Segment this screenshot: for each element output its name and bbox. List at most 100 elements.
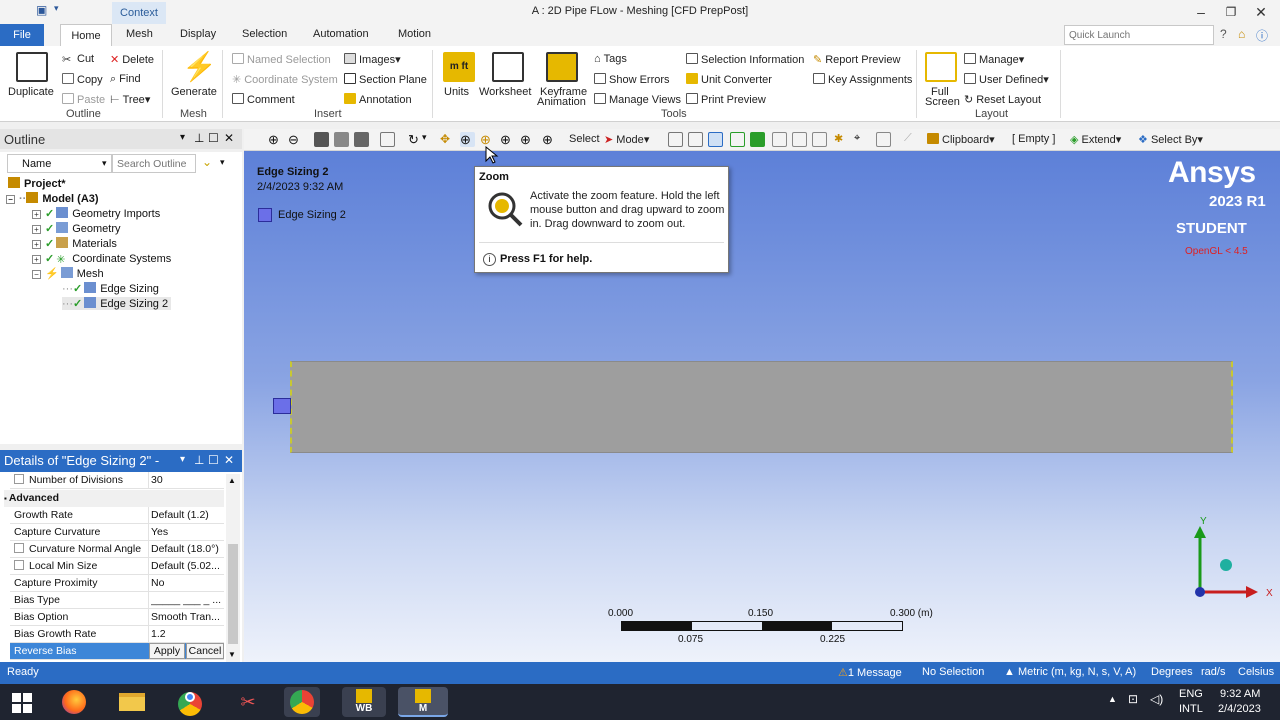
bookmark-icon[interactable]: ⌂	[1238, 27, 1245, 41]
maximize-button[interactable]: ❐	[1216, 2, 1246, 22]
collapse-icon[interactable]: −	[6, 195, 15, 204]
ruler-icon[interactable]: ⟋	[904, 132, 919, 147]
network-icon[interactable]: ⊡	[1128, 692, 1138, 706]
expand-icon[interactable]: +	[32, 225, 41, 234]
workbench-app-button[interactable]: WB	[342, 687, 386, 717]
panel-menu-icon[interactable]: ▾	[180, 132, 185, 143]
apply-button[interactable]: Apply	[149, 643, 185, 659]
extend-to-adjacent-icon[interactable]	[812, 132, 827, 147]
firefox-icon[interactable]	[56, 687, 92, 717]
comment-button[interactable]: Comment	[232, 93, 295, 106]
paste-button[interactable]: Paste	[62, 93, 105, 106]
minimize-button[interactable]: –	[1186, 2, 1216, 22]
select-vertex-icon[interactable]	[668, 132, 683, 147]
info-icon[interactable]: ⓘ	[1256, 27, 1268, 44]
axis-triad[interactable]: Y X	[1188, 512, 1278, 600]
select-edge-icon[interactable]	[688, 132, 703, 147]
tab-automation[interactable]: Automation	[313, 28, 369, 40]
duplicate-button[interactable]: Duplicate	[8, 86, 54, 98]
sharpen-icon[interactable]: ⌖	[854, 132, 869, 147]
panel-menu-icon[interactable]: ▾	[180, 454, 185, 465]
volume-icon[interactable]: ◁)	[1150, 692, 1163, 706]
rotate-icon[interactable]: ↻	[408, 132, 423, 147]
manage-button[interactable]: Manage▾	[964, 53, 1024, 66]
pin-icon[interactable]: ⊥	[194, 131, 204, 145]
zoom-previous-icon[interactable]: ⊕	[542, 132, 557, 147]
cancel-button[interactable]: Cancel	[186, 643, 224, 659]
select-mesh-icon[interactable]: ✱	[834, 132, 849, 147]
tree-item-coordinate-systems[interactable]: + ✓ ✳ Coordinate Systems	[32, 252, 171, 266]
detail-row-reverse-bias[interactable]: Reverse Bias Apply Cancel	[10, 643, 224, 660]
report-preview-button[interactable]: ✎ Report Preview	[813, 53, 900, 66]
detail-row-number-of-divisions[interactable]: Number of Divisions 30	[10, 472, 224, 489]
scroll-down-icon[interactable]: ▼	[228, 650, 236, 659]
unit-converter-button[interactable]: Unit Converter	[686, 73, 772, 86]
collapse-icon[interactable]: −	[32, 270, 41, 279]
expand-icon[interactable]: +	[32, 210, 41, 219]
key-assignments-button[interactable]: Key Assignments	[813, 73, 912, 86]
selection-information-button[interactable]: Selection Information	[686, 53, 804, 66]
scroll-up-icon[interactable]: ▲	[228, 476, 236, 485]
worksheet-button[interactable]: Worksheet	[479, 86, 531, 98]
tree-item-geometry-imports[interactable]: + ✓ Geometry Imports	[32, 207, 160, 220]
print-preview-button[interactable]: Print Preview	[686, 93, 766, 106]
generate-button[interactable]: Generate	[171, 86, 217, 98]
filter-chevron-icon[interactable]: ⌄	[202, 155, 212, 169]
maximize-panel-icon[interactable]: ☐	[208, 131, 219, 145]
expand-icon[interactable]: +	[32, 240, 41, 249]
detail-row-bias-option[interactable]: Bias Option Smooth Tran...	[10, 609, 224, 626]
scroll-thumb[interactable]	[228, 544, 238, 644]
select-element-face-icon[interactable]	[772, 132, 787, 147]
tags-button[interactable]: ⌂ Tags	[594, 53, 627, 65]
file-explorer-icon[interactable]	[114, 687, 150, 717]
reset-layout-button[interactable]: ↻ Reset Layout	[964, 93, 1041, 106]
chevron-down-icon[interactable]: ▾	[220, 157, 225, 168]
expand-icon[interactable]: +	[32, 255, 41, 264]
manage-views-button[interactable]: Manage Views	[594, 93, 681, 106]
clock-date[interactable]: 2/4/2023	[1218, 703, 1261, 715]
snipping-tool-icon[interactable]: ✂	[230, 687, 266, 717]
unit-system-button[interactable]: ▲ Metric (m, kg, N, s, V, A)	[1004, 666, 1136, 678]
select-face-icon[interactable]	[708, 132, 723, 147]
tree-item-geometry[interactable]: + ✓ Geometry	[32, 222, 121, 235]
tab-mesh[interactable]: Mesh	[126, 28, 153, 40]
close-panel-icon[interactable]: ✕	[224, 453, 234, 467]
delete-button[interactable]: ✕ Delete	[110, 53, 154, 66]
messages-button[interactable]: ⚠1 Message	[838, 666, 902, 679]
keyboard-layout[interactable]: INTL	[1179, 703, 1203, 715]
isometric-ball-icon[interactable]	[1220, 559, 1232, 571]
user-defined-button[interactable]: User Defined▾	[964, 73, 1049, 86]
detail-row-local-min-size[interactable]: Local Min Size Default (5.02...	[10, 558, 224, 575]
select-by-dropdown[interactable]: ❖ Select By▾	[1138, 133, 1203, 146]
select-element-icon[interactable]	[792, 132, 807, 147]
box-zoom-icon[interactable]: ⊕	[480, 132, 495, 147]
tab-selection[interactable]: Selection	[242, 28, 287, 40]
tray-expand-icon[interactable]: ▲	[1108, 694, 1117, 704]
section-plane-button[interactable]: Section Plane	[344, 73, 427, 86]
language-indicator[interactable]: ENG	[1179, 688, 1203, 700]
zoom-in-icon[interactable]: ⊕	[268, 132, 283, 147]
chrome-profile-icon[interactable]	[284, 687, 320, 717]
temperature-unit-button[interactable]: Celsius	[1238, 666, 1274, 678]
parameter-checkbox[interactable]	[14, 474, 24, 484]
units-button[interactable]: Units	[444, 86, 469, 98]
windows-start-icon[interactable]	[12, 693, 32, 713]
clipboard-dropdown[interactable]: Clipboard▾	[927, 133, 995, 146]
detail-row-bias-growth-rate[interactable]: Bias Growth Rate 1.2	[10, 626, 224, 643]
detail-row-curvature-normal-angle[interactable]: Curvature Normal Angle Default (18.0°)	[10, 541, 224, 558]
images-button[interactable]: Images▾	[344, 53, 401, 66]
animation-button[interactable]: Animation	[537, 96, 586, 108]
selection-status[interactable]: No Selection	[922, 666, 984, 678]
annotation-button[interactable]: Annotation	[344, 93, 412, 106]
tree-item-mesh[interactable]: − ⚡ Mesh	[32, 267, 104, 280]
select-label[interactable]: Select	[569, 133, 600, 145]
tab-display[interactable]: Display	[180, 28, 216, 40]
details-scrollbar[interactable]: ▲ ▼	[226, 474, 240, 662]
tree-item-materials[interactable]: + ✓ Materials	[32, 237, 117, 250]
extend-dropdown[interactable]: ◈ Extend▾	[1070, 133, 1121, 146]
tab-motion[interactable]: Motion	[398, 28, 431, 40]
iso-view-icon[interactable]	[314, 132, 329, 147]
close-panel-icon[interactable]: ✕	[224, 131, 234, 145]
tab-home[interactable]: Home	[60, 24, 112, 46]
detail-row-capture-curvature[interactable]: Capture Curvature Yes	[10, 524, 224, 541]
